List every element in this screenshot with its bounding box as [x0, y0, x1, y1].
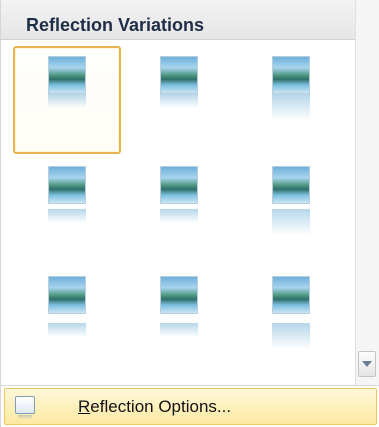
scroll-down-button[interactable] — [358, 351, 376, 377]
reflection-preview — [160, 323, 198, 337]
reflection-thumbnail — [272, 56, 310, 120]
reflection-options-label-text: eflection Options... — [90, 397, 232, 416]
reflection-preview — [272, 209, 310, 235]
reflection-preview — [160, 94, 198, 108]
reflection-variation-7[interactable] — [13, 268, 121, 376]
reflection-options-icon — [15, 396, 35, 419]
reflection-preview — [160, 209, 198, 223]
chevron-down-icon — [362, 361, 372, 367]
gallery-title: Reflection Variations — [26, 15, 205, 35]
photo-thumbnail — [160, 56, 198, 94]
reflection-variation-8[interactable] — [125, 268, 233, 376]
photo-thumbnail — [160, 166, 198, 204]
photo-thumbnail — [48, 56, 86, 94]
reflection-preview — [48, 94, 86, 108]
photo-thumbnail — [160, 276, 198, 314]
reflection-thumbnail — [160, 56, 198, 108]
gallery-scrollbar[interactable] — [355, 0, 379, 385]
reflection-thumbnail — [48, 276, 86, 337]
reflection-thumbnail — [160, 276, 198, 337]
photo-thumbnail — [272, 56, 310, 94]
reflection-gallery — [1, 40, 355, 385]
accesskey-letter: R — [78, 397, 91, 416]
photo-thumbnail — [272, 276, 310, 314]
reflection-preview — [272, 323, 310, 349]
gallery-header: Reflection Variations — [1, 0, 355, 40]
photo-thumbnail — [48, 276, 86, 314]
reflection-variation-5[interactable] — [125, 158, 233, 266]
photo-thumbnail — [48, 166, 86, 204]
reflection-options-menu-item[interactable]: Reflection Options... — [4, 388, 377, 425]
reflection-variation-6[interactable] — [237, 158, 345, 266]
reflection-gallery-panel: Reflection Variations Reflection Options… — [0, 0, 379, 427]
reflection-preview — [272, 94, 310, 120]
reflection-options-label: Reflection Options... — [78, 397, 231, 417]
reflection-variation-9[interactable] — [237, 268, 345, 376]
reflection-thumbnail — [272, 276, 310, 349]
menu-divider — [1, 385, 379, 386]
reflection-thumbnail — [48, 56, 86, 108]
photo-thumbnail — [272, 166, 310, 204]
reflection-variation-1[interactable] — [13, 46, 121, 154]
reflection-variation-3[interactable] — [237, 46, 345, 154]
reflection-variation-4[interactable] — [13, 158, 121, 266]
reflection-preview — [48, 323, 86, 337]
reflection-thumbnail — [272, 166, 310, 235]
reflection-preview — [48, 209, 86, 223]
reflection-variation-2[interactable] — [125, 46, 233, 154]
reflection-thumbnail — [160, 166, 198, 223]
reflection-thumbnail — [48, 166, 86, 223]
